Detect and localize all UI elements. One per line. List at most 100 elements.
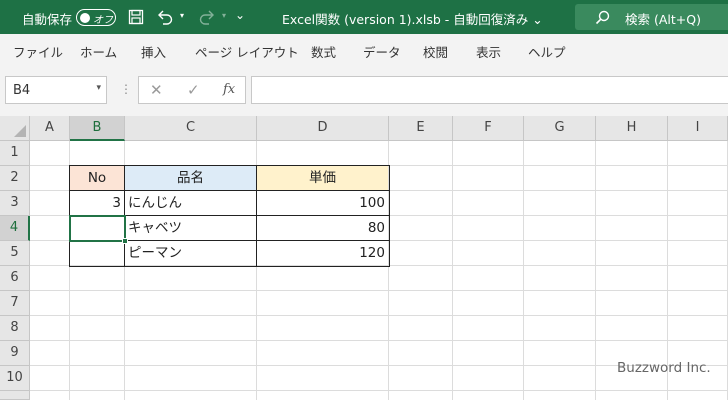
grid-cell[interactable] bbox=[389, 341, 453, 366]
save-icon[interactable] bbox=[125, 7, 147, 27]
cell-c5[interactable]: ピーマン bbox=[125, 241, 257, 266]
grid-cell[interactable] bbox=[30, 366, 70, 391]
row-header-8[interactable]: 8 bbox=[0, 316, 30, 341]
grid-cell[interactable] bbox=[524, 216, 596, 241]
grid-cell[interactable] bbox=[524, 341, 596, 366]
grid-cell[interactable] bbox=[125, 141, 257, 166]
row-header-7[interactable]: 7 bbox=[0, 291, 30, 316]
row-header-4[interactable]: 4 bbox=[0, 216, 30, 241]
grid-cell[interactable] bbox=[668, 266, 728, 291]
grid-cell[interactable] bbox=[453, 141, 524, 166]
document-title[interactable]: Excel関数 (version 1).xlsb - 自動回復済み ⌄ bbox=[282, 9, 543, 28]
grid-cell[interactable] bbox=[125, 266, 257, 291]
grid-cell[interactable] bbox=[389, 391, 453, 400]
cell-b4[interactable] bbox=[70, 216, 125, 241]
grid-cell[interactable] bbox=[524, 391, 596, 400]
grid-cell[interactable] bbox=[125, 366, 257, 391]
grid-cell[interactable] bbox=[453, 216, 524, 241]
grid-cell[interactable] bbox=[125, 391, 257, 400]
tab-review[interactable]: 校閲 bbox=[423, 42, 448, 61]
row-header-6[interactable]: 6 bbox=[0, 266, 30, 291]
tab-help[interactable]: ヘルプ bbox=[528, 42, 566, 61]
redo-dropdown-caret[interactable]: ▾ bbox=[222, 11, 226, 20]
grid-cell[interactable] bbox=[389, 316, 453, 341]
cell-c2[interactable]: 品名 bbox=[125, 166, 257, 191]
grid-cell[interactable] bbox=[524, 166, 596, 191]
formula-input[interactable] bbox=[251, 76, 728, 104]
redo-icon[interactable] bbox=[196, 7, 218, 27]
grid-cell[interactable] bbox=[596, 391, 668, 400]
grid-cell[interactable] bbox=[257, 341, 389, 366]
grid-cell[interactable] bbox=[524, 291, 596, 316]
grid-cell[interactable] bbox=[453, 266, 524, 291]
cell-d3[interactable]: 100 bbox=[257, 191, 389, 216]
grid-cell[interactable] bbox=[389, 266, 453, 291]
tab-formulas[interactable]: 数式 bbox=[311, 42, 336, 61]
cell-d5[interactable]: 120 bbox=[257, 241, 389, 266]
grid-cell[interactable] bbox=[389, 291, 453, 316]
enter-icon[interactable]: ✓ bbox=[187, 81, 200, 99]
row-header-3[interactable]: 3 bbox=[0, 191, 30, 216]
name-box[interactable]: B4 ▾ bbox=[5, 76, 107, 104]
grid-cell[interactable] bbox=[524, 366, 596, 391]
grid-cell[interactable] bbox=[453, 241, 524, 266]
column-header-b[interactable]: B bbox=[70, 116, 125, 141]
grid-cell[interactable] bbox=[257, 316, 389, 341]
cell-b5[interactable] bbox=[70, 241, 125, 266]
grid-cell[interactable] bbox=[125, 341, 257, 366]
row-header-2[interactable]: 2 bbox=[0, 166, 30, 191]
grid-cell[interactable] bbox=[668, 216, 728, 241]
tab-page-layout[interactable]: ページ レイアウト bbox=[195, 42, 299, 61]
grid-cell[interactable] bbox=[596, 316, 668, 341]
cancel-icon[interactable]: ✕ bbox=[150, 81, 163, 99]
column-header-c[interactable]: C bbox=[125, 116, 257, 141]
column-header-f[interactable]: F bbox=[453, 116, 524, 141]
fill-handle[interactable] bbox=[122, 238, 128, 244]
grid-cell[interactable] bbox=[70, 341, 125, 366]
column-header-g[interactable]: G bbox=[524, 116, 596, 141]
tab-file[interactable]: ファイル bbox=[13, 42, 63, 61]
tab-view[interactable]: 表示 bbox=[476, 42, 501, 61]
grid-cell[interactable] bbox=[453, 191, 524, 216]
grid-cell[interactable] bbox=[70, 316, 125, 341]
cell-c3[interactable]: にんじん bbox=[125, 191, 257, 216]
row-header-10[interactable]: 10 bbox=[0, 366, 30, 391]
grid-cell[interactable] bbox=[668, 191, 728, 216]
column-header-i[interactable]: I bbox=[668, 116, 728, 141]
grid-cell[interactable] bbox=[389, 216, 453, 241]
grid-cell[interactable] bbox=[596, 266, 668, 291]
grid-cell[interactable] bbox=[389, 166, 453, 191]
cell-d2[interactable]: 単価 bbox=[257, 166, 389, 191]
row-header-11[interactable] bbox=[0, 391, 30, 400]
grid-cell[interactable] bbox=[30, 141, 70, 166]
grid-cell[interactable] bbox=[30, 166, 70, 191]
grid-cell[interactable] bbox=[70, 266, 125, 291]
tab-data[interactable]: データ bbox=[363, 42, 401, 61]
grid-cell[interactable] bbox=[596, 241, 668, 266]
cell-d4[interactable]: 80 bbox=[257, 216, 389, 241]
grid-cell[interactable] bbox=[453, 366, 524, 391]
grid-cell[interactable] bbox=[668, 391, 728, 400]
grid-cell[interactable] bbox=[453, 391, 524, 400]
column-header-h[interactable]: H bbox=[596, 116, 668, 141]
grid-cell[interactable] bbox=[524, 266, 596, 291]
grid-cell[interactable] bbox=[257, 266, 389, 291]
grid-cell[interactable] bbox=[596, 191, 668, 216]
chevron-down-icon[interactable]: ▾ bbox=[96, 83, 101, 93]
cell-b2[interactable]: No bbox=[70, 166, 125, 191]
cell-c4[interactable]: キャベツ bbox=[125, 216, 257, 241]
insert-function-button[interactable]: fx bbox=[223, 82, 235, 97]
grid-cell[interactable] bbox=[30, 341, 70, 366]
grid-cell[interactable] bbox=[30, 191, 70, 216]
autosave-toggle[interactable]: オフ bbox=[76, 9, 116, 26]
column-header-e[interactable]: E bbox=[389, 116, 453, 141]
grid-cell[interactable] bbox=[668, 241, 728, 266]
formula-bar-splitter[interactable]: ⋮ bbox=[120, 82, 132, 96]
grid-cell[interactable] bbox=[70, 141, 125, 166]
grid-cell[interactable] bbox=[389, 141, 453, 166]
grid-cell[interactable] bbox=[596, 291, 668, 316]
grid-cell[interactable] bbox=[668, 166, 728, 191]
grid-cell[interactable] bbox=[257, 391, 389, 400]
grid-cell[interactable] bbox=[70, 391, 125, 400]
grid-cell[interactable] bbox=[524, 316, 596, 341]
